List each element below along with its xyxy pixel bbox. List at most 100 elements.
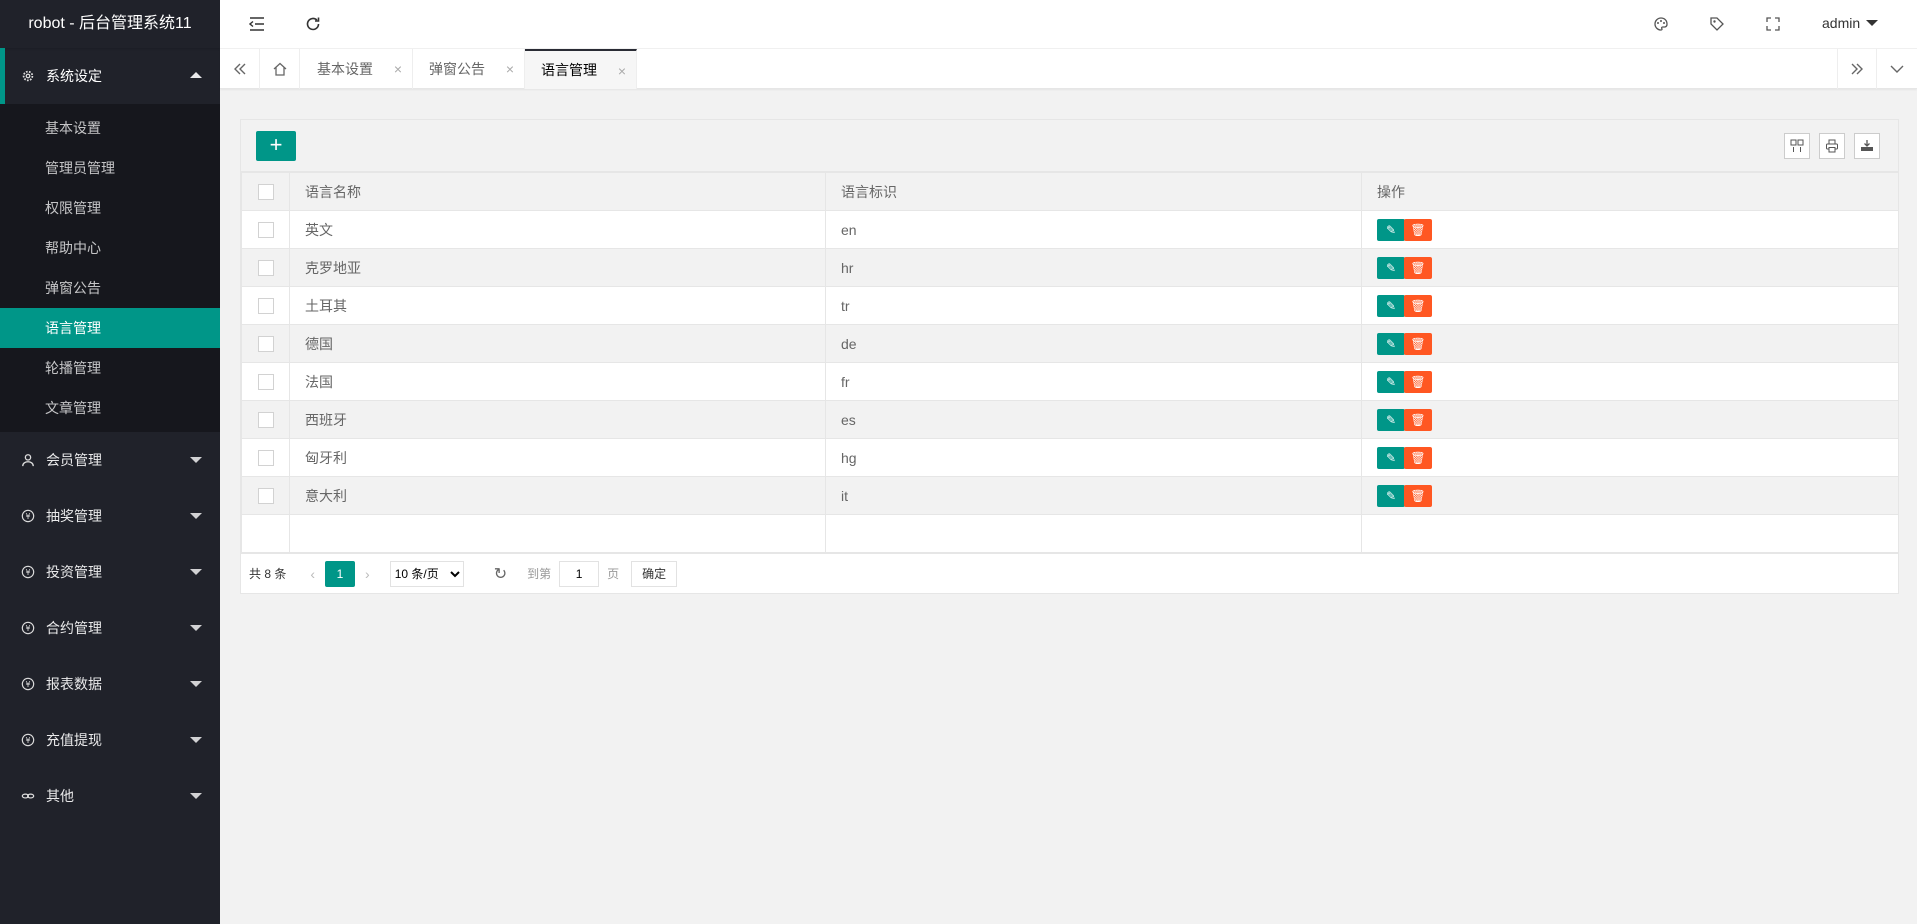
delete-button[interactable]: 🗑 (1404, 332, 1432, 355)
add-language-button[interactable]: + (256, 131, 296, 161)
edit-button[interactable]: ✎ (1377, 484, 1405, 507)
export-icon[interactable] (1854, 133, 1880, 159)
table-header-row: 语言名称 语言标识 操作 (241, 172, 1899, 211)
row-checkbox[interactable] (257, 412, 274, 429)
delete-button[interactable]: 🗑 (1404, 484, 1432, 507)
close-icon[interactable]: × (618, 63, 626, 79)
delete-button[interactable]: 🗑 (1404, 294, 1432, 317)
language-name-cell: 土耳其 (289, 286, 826, 325)
refresh-icon[interactable] (303, 14, 323, 34)
app-title: robot - 后台管理系统11 (0, 0, 220, 48)
tab-label: 基本设置 (317, 61, 373, 77)
nav-label: 抽奖管理 (46, 508, 102, 524)
tabs-scroll-left-icon[interactable] (220, 49, 260, 89)
delete-button[interactable]: 🗑 (1404, 370, 1432, 393)
tag-icon[interactable] (1707, 14, 1727, 34)
tabs-menu-chevron-down-icon[interactable] (1877, 49, 1917, 89)
yen-icon: ¥ (20, 732, 36, 748)
nav-report-data[interactable]: ¥ 报表数据 (0, 656, 220, 712)
columns-filter-icon[interactable] (1784, 133, 1810, 159)
user-menu[interactable]: admin (1822, 15, 1879, 31)
sidebar-item-popup-notice[interactable]: 弹窗公告 (0, 268, 220, 308)
close-icon[interactable]: × (394, 61, 402, 77)
close-icon[interactable]: × (506, 61, 514, 77)
language-name-cell: 匈牙利 (289, 438, 826, 477)
sidebar-item-permission-management[interactable]: 权限管理 (0, 188, 220, 228)
row-checkbox[interactable] (257, 298, 274, 315)
nav-lottery-management[interactable]: ¥ 抽奖管理 (0, 488, 220, 544)
edit-button[interactable]: ✎ (1377, 446, 1405, 469)
print-icon[interactable] (1819, 133, 1845, 159)
page-size-select[interactable]: 10 条/页 (389, 560, 464, 587)
sidebar-item-basic-settings[interactable]: 基本设置 (0, 108, 220, 148)
username: admin (1822, 15, 1861, 31)
nav-system-settings[interactable]: 系统设定 (0, 48, 220, 104)
select-all-checkbox[interactable] (257, 184, 274, 201)
caret-down-icon (190, 681, 202, 687)
edit-button[interactable]: ✎ (1377, 294, 1405, 317)
theme-palette-icon[interactable] (1651, 14, 1671, 34)
edit-button[interactable]: ✎ (1377, 370, 1405, 393)
language-name-cell: 西班牙 (289, 400, 826, 439)
delete-button[interactable]: 🗑 (1404, 408, 1432, 431)
row-checkbox[interactable] (257, 336, 274, 353)
menu-collapse-icon[interactable] (247, 14, 267, 34)
nav-group-system: 系统设定 基本设置 管理员管理 权限管理 帮助中心 弹窗公告 语言管理 轮播管理… (0, 48, 220, 432)
sidebar-item-carousel-management[interactable]: 轮播管理 (0, 348, 220, 388)
tab-home-icon[interactable] (260, 49, 300, 89)
yen-icon: ¥ (20, 620, 36, 636)
nav-deposit-withdraw[interactable]: ¥ 充值提现 (0, 712, 220, 768)
next-page-icon[interactable]: › (365, 566, 370, 582)
tab-language-management[interactable]: 语言管理 × (525, 49, 637, 89)
delete-button[interactable]: 🗑 (1404, 218, 1432, 241)
language-code-cell: it (825, 476, 1362, 515)
refresh-icon[interactable]: ↻ (494, 564, 507, 584)
row-checkbox[interactable] (257, 488, 274, 505)
sidebar-item-admin-management[interactable]: 管理员管理 (0, 148, 220, 188)
gear-icon (20, 68, 36, 84)
row-checkbox[interactable] (257, 374, 274, 391)
row-checkbox[interactable] (257, 450, 274, 467)
tab-popup-notice[interactable]: 弹窗公告 × (413, 49, 525, 89)
link-icon (20, 788, 36, 804)
edit-button[interactable]: ✎ (1377, 332, 1405, 355)
row-checkbox[interactable] (257, 260, 274, 277)
delete-button[interactable]: 🗑 (1404, 446, 1432, 469)
tab-basic-settings[interactable]: 基本设置 × (301, 49, 413, 89)
column-header-name[interactable]: 语言名称 (289, 172, 826, 211)
tabs-scroll-right-icon[interactable] (1837, 49, 1877, 89)
column-header-code[interactable]: 语言标识 (825, 172, 1362, 211)
table-row: 德国 de ✎ 🗑 (241, 324, 1899, 363)
tab-label: 弹窗公告 (429, 61, 485, 77)
nav-contract-management[interactable]: ¥ 合约管理 (0, 600, 220, 656)
table-filler-row (241, 514, 1899, 553)
page-number-input[interactable] (559, 560, 600, 587)
sidebar-item-help-center[interactable]: 帮助中心 (0, 228, 220, 268)
edit-button[interactable]: ✎ (1377, 218, 1405, 241)
nav-other[interactable]: 其他 (0, 768, 220, 824)
edit-button[interactable]: ✎ (1377, 408, 1405, 431)
language-code-cell: fr (825, 362, 1362, 401)
table-row: 克罗地亚 hr ✎ 🗑 (241, 248, 1899, 287)
language-code-cell: es (825, 400, 1362, 439)
sidebar-item-article-management[interactable]: 文章管理 (0, 388, 220, 428)
actions-cell: ✎ 🗑 (1361, 476, 1899, 515)
confirm-page-button[interactable]: 确定 (631, 560, 678, 587)
svg-text:¥: ¥ (25, 624, 30, 633)
delete-button[interactable]: 🗑 (1404, 256, 1432, 279)
sidebar-item-language-management[interactable]: 语言管理 (0, 308, 220, 348)
language-name-cell: 克罗地亚 (289, 248, 826, 287)
language-name-cell: 英文 (289, 210, 826, 249)
nav-member-management[interactable]: 会员管理 (0, 432, 220, 488)
prev-page-icon[interactable]: ‹ (310, 566, 315, 582)
total-count: 共 8 条 (249, 567, 287, 581)
row-checkbox[interactable] (257, 222, 274, 239)
edit-button[interactable]: ✎ (1377, 256, 1405, 279)
nav-investment-management[interactable]: ¥ 投资管理 (0, 544, 220, 600)
yen-icon: ¥ (20, 564, 36, 580)
caret-down-icon (190, 625, 202, 631)
current-page[interactable]: 1 (325, 560, 356, 587)
sidebar: robot - 后台管理系统11 系统设定 基本设置 管理员管理 权限管理 帮助… (0, 0, 220, 924)
fullscreen-icon[interactable] (1763, 14, 1783, 34)
top-header: admin (220, 0, 1917, 49)
